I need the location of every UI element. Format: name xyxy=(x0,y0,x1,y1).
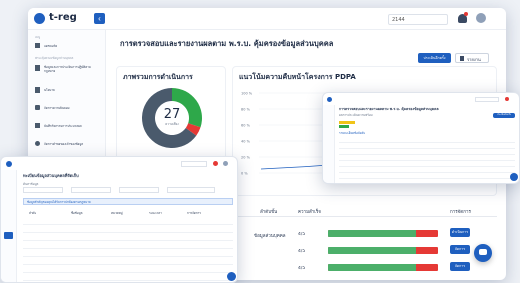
overlay-left-title: ทะเบียนข้อมูลส่วนบุคคลที่จัดเก็บ xyxy=(23,173,79,178)
donut-count: 27 xyxy=(163,107,181,122)
y-tick-label: 80 % xyxy=(241,108,251,112)
manage-button[interactable]: จัดการ xyxy=(450,245,470,254)
bell-icon[interactable] xyxy=(213,161,218,166)
progress-card-title: ภาพรวมการดำเนินการ xyxy=(123,73,193,81)
overlay-left-rows xyxy=(23,217,233,281)
y-tick-label: 40 % xyxy=(241,140,251,144)
overlay-right-rows xyxy=(339,137,515,183)
overlay-left-window: ทะเบียนข้อมูลส่วนบุคคลที่จัดเก็บ ค้นหาข้… xyxy=(0,156,238,283)
table-header-action: การจัดการ xyxy=(187,211,201,215)
chat-icon[interactable] xyxy=(227,272,236,281)
bell-icon[interactable] xyxy=(505,97,509,101)
table-header-index: ลำดับ xyxy=(29,211,37,215)
grid-icon xyxy=(35,43,40,48)
user-icon xyxy=(35,141,40,146)
progress-bar xyxy=(328,247,438,254)
y-tick-label: 0 % xyxy=(241,172,248,176)
manage-button[interactable]: จัดการ xyxy=(450,262,470,271)
check-icon xyxy=(35,105,40,110)
chevron-left-icon[interactable]: ‹ xyxy=(94,13,105,24)
sidebar xyxy=(1,170,17,282)
avatar[interactable] xyxy=(476,13,486,23)
table-row-ratio: 4/5 xyxy=(298,249,306,254)
sidebar-item-dsr[interactable]: จัดการคำขอของเจ้าของข้อมูล xyxy=(44,142,102,147)
filter-select[interactable] xyxy=(71,187,111,193)
mini-progress xyxy=(339,121,355,124)
sidebar-item-consent[interactable]: จัดการความยินยอม xyxy=(44,106,102,111)
overlay-right-section: รายละเอียดข้อบังคับ xyxy=(339,131,366,135)
y-tick-label: 60 % xyxy=(241,124,251,128)
table-row-name: ข้อมูลส่วนบุคคล xyxy=(254,234,286,239)
table-header-period: ระยะเวลา xyxy=(149,211,162,215)
avatar[interactable] xyxy=(223,161,228,166)
overlay-right-window: การตรวจสอบและรายงานผลตาม พ.ร.บ. คุ้มครอง… xyxy=(322,92,520,184)
manage-button[interactable]: ดำเนินการ xyxy=(450,228,470,237)
table-header-name: ชื่อข้อมูล xyxy=(71,211,83,215)
table-header-category: หมวดหมู่ xyxy=(111,211,123,215)
donut-count-label: ความเสี่ยง xyxy=(165,122,179,126)
logo-icon xyxy=(327,97,332,102)
sidebar-item-assessment[interactable]: ข้อมูลและการประเมินการปฏิบัติตามกฎหมาย xyxy=(44,65,102,74)
chat-bubble-icon xyxy=(479,249,487,255)
file-icon xyxy=(35,87,40,93)
progress-table: ลำดับขั้น ความสำเร็จ การจัดการ ข้อมูลส่ว… xyxy=(232,206,497,278)
search-input[interactable] xyxy=(181,161,207,167)
table-header-success: ความสำเร็จ xyxy=(298,210,321,215)
progress-bar xyxy=(328,230,438,237)
top-bar: t-reg ‹ 2144 xyxy=(28,8,506,30)
y-tick-label: 100 % xyxy=(241,92,253,96)
table-header-action: การจัดการ xyxy=(450,210,471,215)
reassess-button[interactable]: ประเมินอีกครั้ง xyxy=(418,53,451,63)
sidebar-section-main: เมนู xyxy=(35,35,41,39)
file-icon xyxy=(460,56,464,61)
table-row-ratio: 4/5 xyxy=(298,266,306,271)
sidebar-item-active[interactable] xyxy=(4,232,13,239)
filter-select[interactable] xyxy=(167,187,215,193)
notification-dot xyxy=(464,12,468,16)
reassess-button[interactable]: ประเมินอีกครั้ง xyxy=(493,113,515,118)
sidebar-item-ropa[interactable]: บันทึกกิจกรรมการประมวลผล xyxy=(44,124,102,129)
table-row-ratio: 4/5 xyxy=(298,232,306,237)
line-card-title: แนวโน้มความคืบหน้าโครงการ PDPA xyxy=(239,73,356,81)
logo-text: t-reg xyxy=(49,12,77,23)
logo-icon xyxy=(34,13,45,24)
report-button-label: รายงาน xyxy=(467,57,481,62)
mini-progress xyxy=(339,125,349,128)
overlay-left-notice: ข้อมูลสำคัญของคุณได้รับการปกป้องตามกฎหมา… xyxy=(23,198,233,205)
search-input[interactable] xyxy=(475,97,499,102)
sidebar xyxy=(323,105,335,183)
overlay-right-subtitle: ผลการประเมินความพร้อม xyxy=(339,113,373,117)
sidebar-item-policy[interactable]: นโยบาย xyxy=(44,88,102,93)
y-tick-label: 20 % xyxy=(241,156,251,160)
report-button[interactable]: รายงาน xyxy=(455,53,489,63)
progress-bar xyxy=(328,264,438,271)
chat-icon[interactable] xyxy=(474,244,492,262)
table-header-stage: ลำดับขั้น xyxy=(260,210,278,215)
chat-icon[interactable] xyxy=(510,173,518,181)
filter-select[interactable] xyxy=(119,187,159,193)
list-icon xyxy=(35,123,40,128)
filter-input[interactable] xyxy=(23,187,63,193)
page-title: การตรวจสอบและรายงานผลตาม พ.ร.บ. คุ้มครอง… xyxy=(120,39,334,48)
sidebar-section-compliance: พรบ.คุ้มครองข้อมูลส่วนบุคคล xyxy=(35,56,74,60)
overlay-right-title: การตรวจสอบและรายงานผลตาม พ.ร.บ. คุ้มครอง… xyxy=(339,107,439,111)
search-input[interactable]: 2144 xyxy=(388,14,448,25)
sidebar-item-dashboard[interactable]: แดชบอร์ด xyxy=(44,44,102,49)
logo-icon xyxy=(6,161,12,167)
document-icon xyxy=(35,65,40,71)
